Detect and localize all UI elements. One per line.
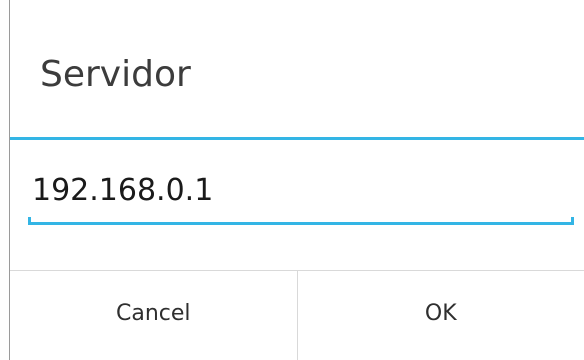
ok-button[interactable]: OK <box>298 271 584 360</box>
input-underline-right-tick <box>571 217 574 225</box>
input-underline-left-tick <box>28 217 31 225</box>
server-dialog: Servidor 192.168.0.1 Cancel OK <box>9 0 584 360</box>
input-underline <box>28 222 574 225</box>
dialog-button-bar: Cancel OK <box>10 270 584 360</box>
server-address-value[interactable]: 192.168.0.1 <box>32 173 213 209</box>
title-divider <box>10 137 584 140</box>
dialog-title: Servidor <box>40 54 191 95</box>
cancel-button[interactable]: Cancel <box>10 271 297 360</box>
server-address-input[interactable]: 192.168.0.1 <box>28 165 574 225</box>
